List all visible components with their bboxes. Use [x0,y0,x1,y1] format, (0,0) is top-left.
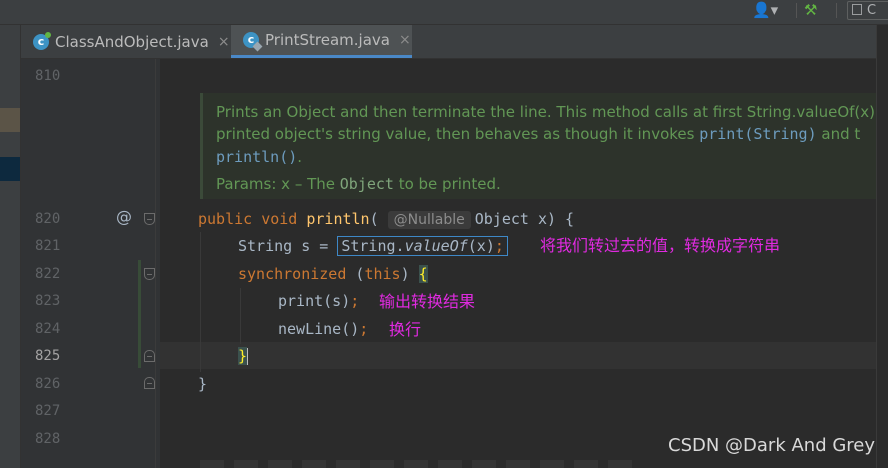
override-annotation-icon[interactable]: @ [116,207,132,226]
fold-icon[interactable] [144,350,155,362]
code-text: Object x) { [474,210,575,228]
tab-label: PrintStream.java [265,31,390,49]
indent-guide [240,288,241,344]
doc-params: Params: x – The Object to be printed. [216,173,876,195]
fold-guide [155,59,156,468]
highlighted-expression: String.valueOf(x); [337,236,508,256]
code-text: String. [341,237,405,255]
code-text: String s = [238,237,338,255]
doc-line: println(). [216,146,876,168]
semicolon: ; [350,292,360,310]
matched-brace: } [238,347,248,365]
keyword: public [198,210,253,228]
code-line[interactable]: } [238,346,249,366]
annotation-note: 输出转换结果 [379,292,476,311]
annotation-note: 换行 [389,320,422,339]
user-icon[interactable]: 👤▾ [752,0,778,20]
tool-window-button[interactable] [0,157,20,181]
static-method: valueOf [404,237,468,255]
line-number: 821 [35,238,61,254]
doc-text: Params: x – The [216,175,340,193]
code-text: print(s) [278,292,351,310]
hammer-icon[interactable]: ⚒ [804,0,817,20]
indent-guide [200,232,201,372]
close-icon[interactable]: × [218,34,230,50]
toolbar-separator [836,3,837,18]
matched-brace: { [418,265,428,283]
current-line-number: 825 [35,348,61,364]
doc-text: . [297,148,303,166]
run-config-label: C [867,3,877,18]
fold-icon[interactable] [144,377,155,389]
editor-tab-bar: c ClassAndObject.java × c PrintStream.ja… [21,25,876,59]
code-line[interactable]: synchronized (this) { [238,264,428,284]
line-number: 827 [35,403,61,419]
java-class-icon: c [243,32,259,48]
tab-classandobject[interactable]: c ClassAndObject.java × [33,25,230,58]
code-line[interactable]: newLine(); [278,319,368,339]
line-number: 823 [35,293,61,309]
rendered-javadoc[interactable]: Prints an Object and then terminate the … [200,93,876,199]
fold-icon[interactable] [144,268,155,280]
left-tool-strip [0,25,21,468]
code-text: ( [346,265,365,283]
line-number: 810 [35,68,61,84]
tool-window-button[interactable] [0,108,20,132]
code-text: } [198,375,208,393]
code-text: ( [369,210,379,228]
semicolon: ; [494,237,504,255]
keyword: this [364,265,401,283]
code-line[interactable]: String s = String.valueOf(x); [238,236,508,256]
tab-printstream[interactable]: c PrintStream.java × [231,25,412,58]
method-name: println [306,210,370,228]
code-line[interactable]: public void println( @Nullable Object x) … [198,209,574,229]
text-caret [247,348,249,365]
java-class-icon: c [33,31,51,50]
watermark: CSDN @Dark And Grey [668,435,876,456]
tab-label: ClassAndObject.java [55,32,209,51]
window-icon [852,4,862,15]
keyword: void [261,210,298,228]
vcs-change-marker[interactable] [138,260,141,368]
line-number: 822 [35,266,61,282]
code-text: ) [400,265,419,283]
run-config-selector[interactable]: C [847,1,888,20]
doc-line: printed object's string value, then beha… [216,123,876,145]
doc-link[interactable]: println() [216,148,297,166]
doc-line: Prints an Object and then terminate the … [216,103,875,121]
editor-scrollbar[interactable] [876,25,888,468]
code-text: newLine() [278,320,360,338]
top-toolbar: 👤▾ ⚒ C [0,0,888,25]
toolbar-separator [796,3,797,18]
partial-code-line [200,460,640,468]
current-line-highlight [160,342,876,369]
line-number: 828 [35,431,61,447]
doc-link[interactable]: print(String) [699,125,816,143]
line-number: 826 [35,376,61,392]
line-number: 820 [35,211,61,227]
code-line[interactable]: print(s); [278,291,359,311]
semicolon: ; [359,320,369,338]
nullable-inlay-hint: @Nullable [387,211,471,229]
fold-icon[interactable] [144,213,155,225]
doc-text: and t [816,125,861,143]
code-line[interactable]: } [198,374,207,394]
code-text: (x) [467,237,495,255]
close-icon[interactable]: × [399,32,411,48]
line-number: 824 [35,321,61,337]
doc-text: to be printed. [393,175,501,193]
annotation-note: 将我们转过去的值，转换成字符串 [540,236,781,255]
doc-text: printed object's string value, then beha… [216,125,700,143]
doc-code: Object [339,175,394,193]
keyword: synchronized [238,265,347,283]
